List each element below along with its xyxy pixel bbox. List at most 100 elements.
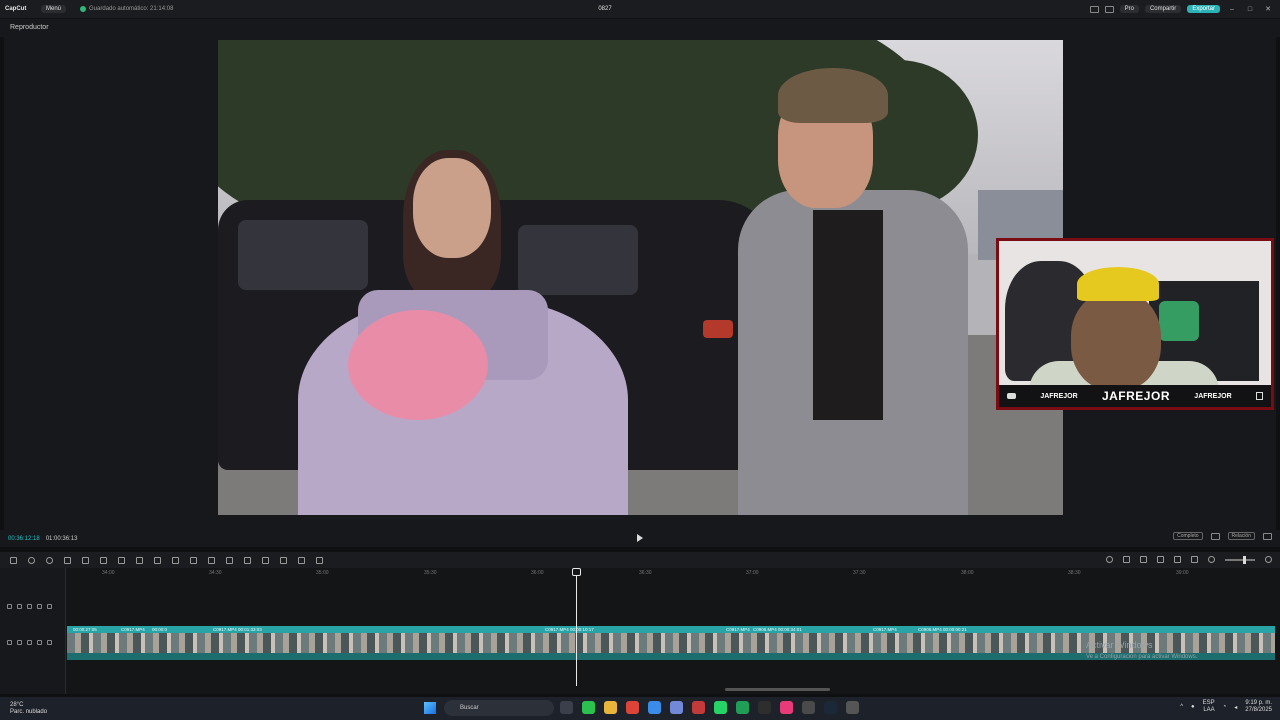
more-icon[interactable]	[47, 640, 52, 645]
weather-widget[interactable]: 28°C Parc. nublado	[10, 702, 47, 716]
playhead-handle[interactable]	[572, 568, 581, 576]
capcut-icon[interactable]	[758, 701, 771, 714]
clock-time: 9:19 p. m.	[1245, 700, 1272, 706]
share-button[interactable]: Compartir	[1144, 5, 1182, 13]
layout-icon[interactable]	[1089, 5, 1099, 13]
timeline-toolbar	[0, 552, 1280, 568]
language-indicator[interactable]: ESP LAA	[1203, 700, 1215, 714]
snapshot-icon[interactable]	[1210, 532, 1220, 540]
split-right-icon[interactable]	[100, 556, 107, 564]
time-ruler[interactable]: 34:00 34:30 35:00 35:30 36:00 36:30 37:0…	[66, 568, 1280, 580]
lock-icon[interactable]	[17, 640, 22, 645]
magic-icon[interactable]	[316, 556, 323, 564]
app-icon[interactable]	[582, 701, 595, 714]
eye-icon[interactable]	[27, 604, 32, 609]
snap-icon[interactable]	[1140, 556, 1147, 563]
microphone-tray-icon[interactable]: ●	[1191, 704, 1195, 710]
title-bar: CapCut Menú Guardado automático: 21:14:0…	[0, 0, 1280, 18]
redo-icon[interactable]	[46, 556, 53, 564]
channel-name-right: JAFREJOR	[1194, 392, 1232, 400]
webcam-rgb-light	[1159, 301, 1199, 341]
link-icon[interactable]	[1123, 556, 1130, 563]
chrome-icon[interactable]	[626, 701, 639, 714]
playhead[interactable]	[576, 568, 577, 686]
zoom-slider[interactable]	[1225, 555, 1255, 564]
menu-button[interactable]: Menú	[41, 5, 67, 13]
marker-icon[interactable]	[136, 556, 143, 564]
steam-icon[interactable]	[824, 701, 837, 714]
whatsapp-icon[interactable]	[714, 701, 727, 714]
keyframe-icon[interactable]	[262, 556, 269, 564]
microphone-icon[interactable]	[1106, 556, 1113, 563]
timeline[interactable]: 34:00 34:30 35:00 35:30 36:00 36:30 37:0…	[0, 568, 1280, 694]
excel-icon[interactable]	[736, 701, 749, 714]
taskbar-search[interactable]: Buscar	[444, 700, 554, 716]
player-header: Reproductor	[0, 19, 1280, 37]
export-button[interactable]: Exportar	[1187, 5, 1220, 13]
track-cover-icon[interactable]	[7, 640, 12, 645]
app-icon[interactable]	[780, 701, 793, 714]
screen-icon[interactable]	[1191, 556, 1198, 563]
task-view-icon[interactable]	[560, 701, 573, 714]
close-icon[interactable]: ✕	[1262, 5, 1274, 13]
clip-label[interactable]: C0906.MP4 00:00:00:21	[918, 627, 967, 632]
ruler-tick: 38:00	[961, 570, 974, 576]
split-left-icon[interactable]	[82, 556, 89, 564]
undo-icon[interactable]	[28, 556, 35, 564]
volume-icon[interactable]: ◂	[1234, 704, 1237, 711]
video-preview[interactable]	[218, 40, 1063, 515]
app-icon[interactable]	[846, 701, 859, 714]
pro-button[interactable]: Pro	[1119, 5, 1139, 13]
freeze-icon[interactable]	[208, 556, 215, 564]
preview-axis-icon[interactable]	[1157, 556, 1164, 563]
delete-icon[interactable]	[118, 556, 125, 564]
clip-label[interactable]: C0917.MP4	[726, 627, 750, 632]
discord-icon[interactable]	[670, 701, 683, 714]
quality-button[interactable]: Completo	[1173, 532, 1203, 540]
clip-label[interactable]: C0917.MP4	[121, 627, 145, 632]
split-icon[interactable]	[64, 556, 71, 564]
maximize-icon[interactable]: □	[1244, 6, 1256, 13]
lock-icon[interactable]	[17, 604, 22, 609]
audio-settings-icon[interactable]	[1174, 556, 1181, 563]
wifi-icon[interactable]: ◔	[1223, 704, 1227, 710]
clip-label[interactable]: 00:00:0	[152, 627, 167, 632]
zoom-in-icon[interactable]	[1265, 556, 1272, 563]
timeline-scrollbar[interactable]	[725, 688, 830, 691]
select-tool-icon[interactable]	[10, 556, 17, 564]
browser-icon[interactable]	[648, 701, 661, 714]
window-icon[interactable]	[1104, 5, 1114, 13]
more-icon[interactable]	[47, 604, 52, 609]
ratio-button[interactable]: Relación	[1227, 532, 1255, 540]
eye-icon[interactable]	[27, 640, 32, 645]
track-cover-icon[interactable]	[7, 604, 12, 609]
clip-label[interactable]: C0917.MP4	[873, 627, 897, 632]
app-icon[interactable]	[802, 701, 815, 714]
effects-icon[interactable]	[298, 556, 305, 564]
mute-icon[interactable]	[37, 604, 42, 609]
play-icon[interactable]	[637, 534, 643, 542]
ruler-tick: 36:00	[531, 570, 544, 576]
windows-start-icon[interactable]	[424, 702, 436, 714]
speed-icon[interactable]	[226, 556, 233, 564]
mirror-icon[interactable]	[172, 556, 179, 564]
player-header-label: Reproductor	[10, 24, 49, 31]
fullscreen-icon[interactable]	[1263, 532, 1272, 540]
timeline-right-tools	[1106, 555, 1272, 564]
zoom-out-icon[interactable]	[1208, 556, 1215, 563]
app-icon[interactable]	[692, 701, 705, 714]
clip-label[interactable]: C0917.MP4 00:01:33:03	[213, 627, 262, 632]
clip-label[interactable]: C0917.MP4 00:00:10:17	[545, 627, 594, 632]
clip-label[interactable]: 00:00:27:05	[73, 627, 97, 632]
file-explorer-icon[interactable]	[604, 701, 617, 714]
crop-icon[interactable]	[154, 556, 161, 564]
rotate-icon[interactable]	[190, 556, 197, 564]
tray-chevron-icon[interactable]: ^	[1180, 704, 1183, 710]
reverse-icon[interactable]	[244, 556, 251, 564]
zoom-slider-knob[interactable]	[1243, 555, 1246, 564]
taskbar-clock[interactable]: 9:19 p. m. 27/8/2025	[1245, 700, 1272, 714]
transform-icon[interactable]	[280, 556, 287, 564]
clip-label[interactable]: C0906.MP4 00:00:34:01	[753, 627, 802, 632]
mute-icon[interactable]	[37, 640, 42, 645]
minimize-icon[interactable]: –	[1226, 6, 1238, 13]
